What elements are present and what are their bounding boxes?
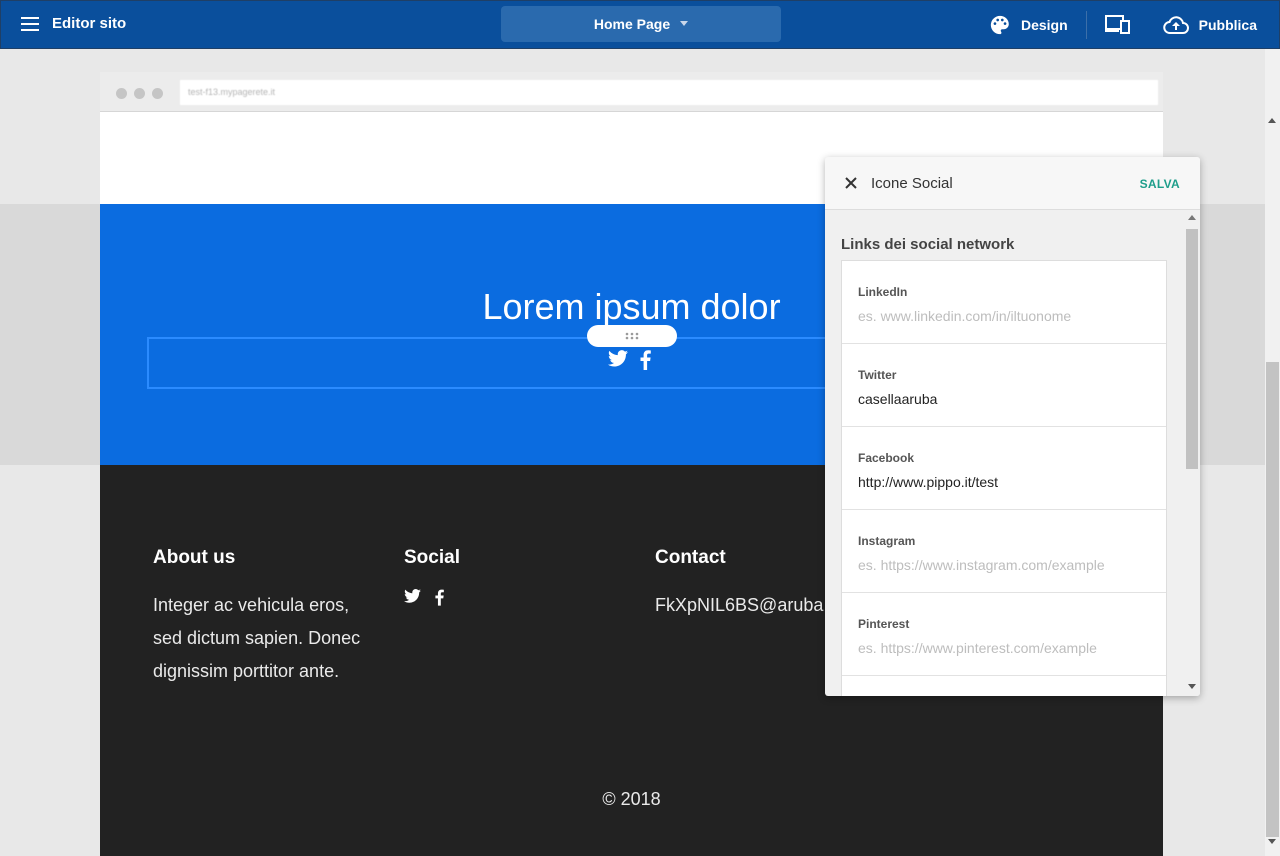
twitter-icon[interactable] <box>404 589 421 603</box>
panel-body: Links dei social network LinkedIn Twitte… <box>825 210 1185 696</box>
design-label: Design <box>1020 17 1068 33</box>
top-bar: Editor sito Home Page Design Pubblica <box>0 0 1280 49</box>
panel-header: Icone Social SALVA <box>825 157 1200 210</box>
drag-handle[interactable] <box>587 325 677 347</box>
devices-icon <box>1104 15 1130 34</box>
scroll-up-arrow-icon[interactable] <box>1268 118 1276 123</box>
field-label: Pinterest <box>858 617 910 631</box>
next-field-row <box>842 676 1166 696</box>
panel-title: Icone Social <box>871 175 953 192</box>
device-preview-button[interactable] <box>1104 14 1141 36</box>
facebook-field-row: Facebook <box>842 427 1166 510</box>
instagram-input[interactable] <box>858 557 1148 573</box>
field-label: Twitter <box>858 368 897 382</box>
publish-button[interactable]: Pubblica <box>1162 15 1257 35</box>
page-selector[interactable]: Home Page <box>501 6 781 42</box>
footer-social-icons <box>404 589 460 606</box>
twitter-field-row: Twitter <box>842 344 1166 427</box>
page-selector-label: Home Page <box>593 16 671 32</box>
window-dot-icon <box>116 88 127 99</box>
selected-block-outline[interactable] <box>147 337 917 389</box>
publish-label: Pubblica <box>1198 17 1257 33</box>
panel-scroll-up-icon[interactable] <box>1188 215 1196 220</box>
copyright-text: © 2018 <box>602 789 661 809</box>
browser-bar: test-f13.mypagerete.it <box>100 72 1163 112</box>
twitter-input[interactable] <box>858 391 1148 407</box>
design-button[interactable]: Design <box>989 14 1068 36</box>
field-label: Instagram <box>858 534 916 548</box>
twitter-icon[interactable] <box>608 350 628 367</box>
close-icon[interactable] <box>843 175 859 191</box>
window-dot-icon <box>152 88 163 99</box>
scroll-down-arrow-icon[interactable] <box>1268 839 1276 844</box>
save-button[interactable]: SALVA <box>1140 177 1180 191</box>
facebook-icon[interactable] <box>640 350 651 370</box>
caret-down-icon <box>680 20 689 26</box>
cloud-upload-icon <box>1162 16 1189 34</box>
social-links-form: LinkedIn Twitter Facebook Instagram Pint… <box>841 260 1167 696</box>
panel-scrollbar-thumb[interactable] <box>1186 229 1198 469</box>
linkedin-field-row: LinkedIn <box>842 261 1166 344</box>
toolbar-divider <box>1085 11 1087 39</box>
facebook-input[interactable] <box>858 474 1148 490</box>
instagram-field-row: Instagram <box>842 510 1166 593</box>
social-column: Social <box>404 547 460 606</box>
pinterest-field-row: Pinterest <box>842 593 1166 676</box>
hero-social-icons <box>608 350 651 370</box>
pinterest-input[interactable] <box>858 640 1148 656</box>
canvas-scrollbar-thumb[interactable] <box>1266 362 1279 837</box>
app-title: Editor sito <box>52 15 127 32</box>
about-heading: About us <box>153 547 236 568</box>
social-heading: Social <box>404 547 460 568</box>
field-label: LinkedIn <box>858 285 908 299</box>
url-bar: test-f13.mypagerete.it <box>180 80 1158 105</box>
linkedin-input[interactable] <box>858 308 1148 324</box>
panel-scroll-down-icon[interactable] <box>1188 684 1196 689</box>
section-label: Links dei social network <box>841 236 1015 253</box>
about-text: Integer ac vehicula eros, sed dictum sap… <box>153 595 361 681</box>
hamburger-menu-icon[interactable] <box>21 17 39 31</box>
facebook-icon[interactable] <box>435 589 444 606</box>
field-label: Facebook <box>858 451 915 465</box>
about-column: About us Integer ac vehicula eros, sed d… <box>153 547 373 688</box>
social-icons-panel: Icone Social SALVA Links dei social netw… <box>825 157 1200 696</box>
palette-icon <box>990 15 1009 35</box>
toolbar-actions: Design Pubblica <box>989 1 1279 49</box>
drag-grip-icon <box>625 332 639 340</box>
window-dot-icon <box>134 88 145 99</box>
